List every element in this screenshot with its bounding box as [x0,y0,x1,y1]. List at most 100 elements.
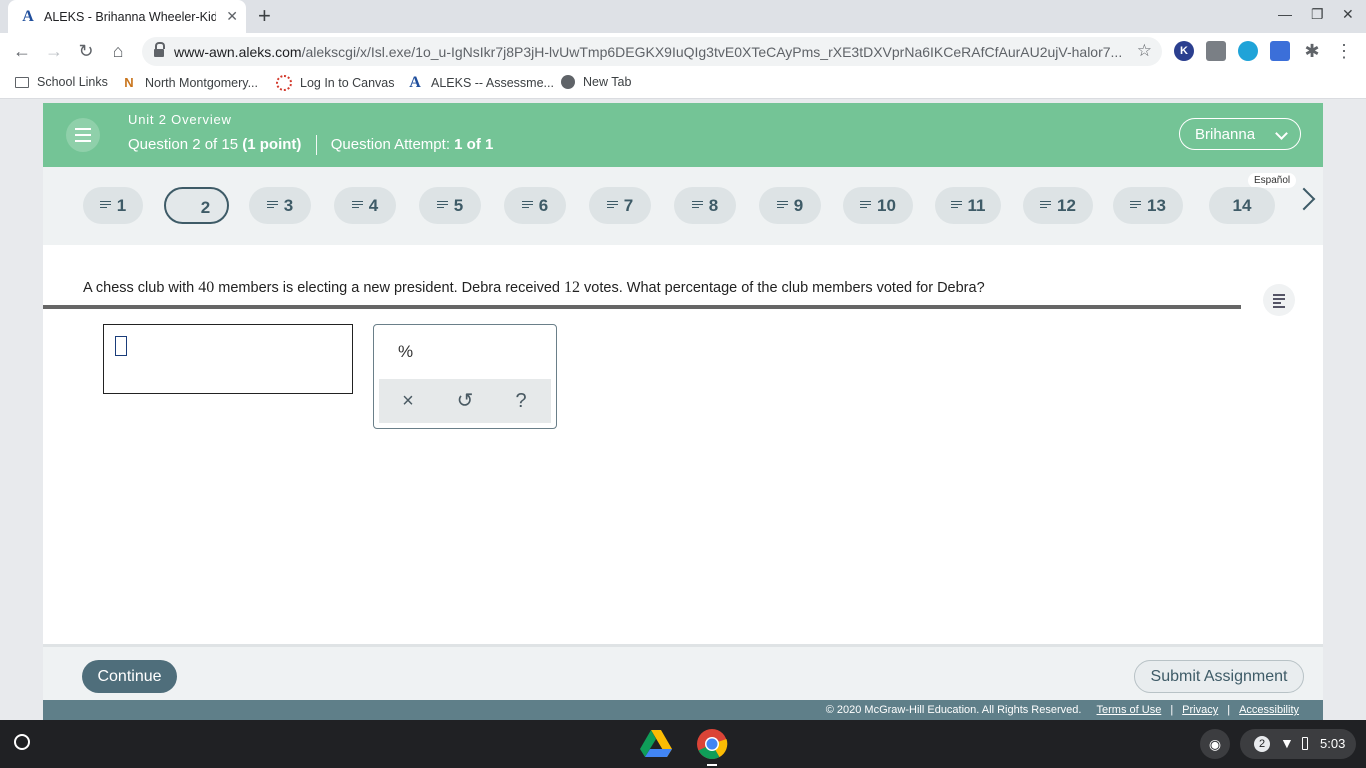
window-close-icon[interactable]: ✕ [1342,6,1354,23]
question-nav-number: 13 [1147,196,1166,215]
answered-lines-icon [351,200,363,209]
tab-close-icon[interactable]: ✕ [226,8,238,25]
answer-keypad: % × ↺ ? [373,324,557,429]
aleks-favicon-icon: A [22,7,34,25]
copyright-bar: © 2020 McGraw-Hill Education. All Rights… [43,700,1323,720]
answer-input[interactable] [103,324,353,394]
page-footer-actions: Continue Submit Assignment [43,644,1323,700]
undo-icon[interactable]: ↺ [453,389,477,413]
terms-link[interactable]: Terms of Use [1097,704,1162,716]
question-nav-4[interactable]: 4 [334,187,396,224]
launcher-icon[interactable] [14,734,30,750]
extension-k-icon[interactable]: K [1174,41,1194,61]
unit-title: Unit 2 Overview [128,112,232,127]
question-navigator: Español 1 2 3 4 5 6 7 8 9 10 11 12 13 14 [43,167,1323,309]
question-nav-number: 4 [368,196,379,215]
help-icon[interactable]: ? [509,389,533,413]
question-nav-13[interactable]: 13 [1113,187,1183,224]
extension-globe-icon[interactable] [1238,41,1258,61]
extension-puzzle-blue-icon[interactable] [1270,41,1290,61]
home-icon[interactable]: ⌂ [107,40,129,62]
battery-icon [1302,737,1308,750]
question-nav-5[interactable]: 5 [419,187,481,224]
browser-toolbar: ← → ↻ ⌂ www-awn.aleks.com/alekscgi/x/Isl… [0,33,1366,70]
question-nav-number: 14 [1232,196,1252,215]
question-nav-7[interactable]: 7 [589,187,651,224]
school-n-icon: N [124,75,134,90]
question-nav-number: 12 [1057,196,1076,215]
bookmark-aleks[interactable]: A ALEKS -- Assessme... [407,75,554,91]
answered-lines-icon [776,200,788,209]
question-nav-number: 9 [793,196,804,215]
reload-icon[interactable]: ↻ [75,40,97,62]
privacy-link[interactable]: Privacy [1182,704,1218,716]
url-text: www-awn.aleks.com/alekscgi/x/Isl.exe/1o_… [174,43,1123,60]
question-nav-12[interactable]: 12 [1023,187,1093,224]
chrome-icon[interactable] [696,728,728,760]
question-nav-6[interactable]: 6 [504,187,566,224]
lock-icon [154,41,165,58]
espanol-link[interactable]: Español [1248,173,1297,188]
folder-icon [15,76,29,88]
assignment-header: Unit 2 Overview Question 2 of 15 (1 poin… [43,103,1323,167]
answered-lines-icon [1040,200,1052,209]
google-drive-icon[interactable] [640,730,672,758]
forward-arrow-icon[interactable]: → [43,40,65,62]
input-cursor [115,336,127,356]
status-tray[interactable]: 2 ▼ 5:03 [1240,729,1356,759]
answered-lines-icon [266,200,278,209]
question-nav-10[interactable]: 10 [843,187,913,224]
explanation-icon[interactable] [1263,284,1295,316]
status-divider [315,135,317,155]
globe-icon [561,75,575,89]
chevron-down-icon [1275,127,1288,140]
submit-assignment-button[interactable]: Submit Assignment [1134,660,1304,693]
back-arrow-icon[interactable]: ← [11,40,33,62]
question-nav-number: 7 [623,196,634,215]
clear-icon[interactable]: × [396,389,420,413]
question-nav-3[interactable]: 3 [249,187,311,224]
question-nav-2[interactable]: 2 [164,187,229,224]
bookmark-new-tab[interactable]: New Tab [561,75,631,89]
extensions-puzzle-icon[interactable]: ✱ [1301,40,1323,62]
question-text: A chess club with 40 members is electing… [83,279,985,296]
captions-icon[interactable]: ◉ [1200,729,1230,759]
percent-key[interactable]: % [398,342,413,362]
question-nav-number: 5 [453,196,464,215]
hamburger-menu-icon[interactable] [66,118,100,152]
bookmark-north-montgomery[interactable]: N North Montgomery... [121,75,258,91]
bookmark-canvas[interactable]: Log In to Canvas [276,75,395,91]
question-nav-number: 11 [967,196,986,215]
address-bar[interactable]: www-awn.aleks.com/alekscgi/x/Isl.exe/1o_… [142,37,1162,66]
answered-lines-icon [691,200,703,209]
answered-lines-icon [1130,200,1142,209]
next-questions-arrow-icon[interactable] [1292,187,1316,211]
clock-time: 5:03 [1320,736,1346,751]
browser-tab[interactable]: A ALEKS - Brihanna Wheeler-Kidd - Unit 2… [8,0,246,33]
bookmark-school-links[interactable]: School Links [15,75,108,89]
bookmark-star-icon[interactable]: ☆ [1137,41,1152,61]
active-app-indicator [707,764,717,766]
question-nav-9[interactable]: 9 [759,187,821,224]
question-nav-1[interactable]: 1 [83,187,143,224]
extension-stack-icon[interactable] [1206,41,1226,61]
question-nav-11[interactable]: 11 [935,187,1001,224]
continue-button[interactable]: Continue [82,660,177,693]
question-nav-14[interactable]: 14 [1209,187,1275,224]
browser-menu-icon[interactable]: ⋮ [1333,40,1355,62]
user-name: Brihanna [1195,126,1256,143]
question-nav-number: 6 [538,196,549,215]
keypad-tools: × ↺ ? [379,379,551,423]
minimize-icon[interactable]: — [1278,6,1292,22]
answered-lines-icon [99,200,111,209]
user-menu-button[interactable]: Brihanna [1179,118,1301,150]
tab-title: ALEKS - Brihanna Wheeler-Kidd - Unit 2 O… [44,9,216,24]
accessibility-link[interactable]: Accessibility [1239,704,1299,716]
question-nav-number: 8 [708,196,719,215]
copyright-text: © 2020 McGraw-Hill Education. All Rights… [825,704,1082,716]
question-counter: Question 2 of 15 [128,135,239,153]
question-nav-8[interactable]: 8 [674,187,736,224]
restore-icon[interactable]: ❐ [1311,6,1324,23]
new-tab-icon[interactable]: + [258,4,271,28]
answered-lines-icon [436,200,448,209]
